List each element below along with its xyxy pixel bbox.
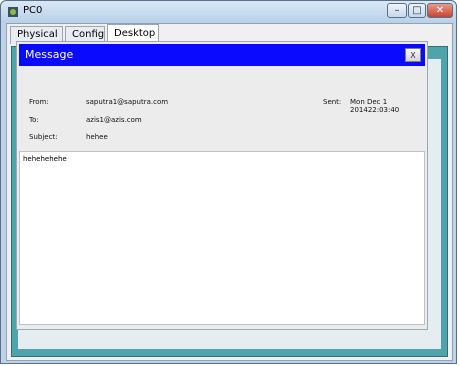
packet-tracer-icon bbox=[8, 7, 18, 17]
to-label: To: bbox=[29, 116, 39, 124]
message-titlebar[interactable]: Message X bbox=[19, 44, 425, 66]
window-title: PC0 bbox=[23, 5, 43, 16]
subject-value: hehee bbox=[86, 133, 108, 141]
app-window: PC0 – □ ✕ Physical Config Desktop Messag… bbox=[0, 0, 457, 364]
maximize-button[interactable]: □ bbox=[408, 3, 426, 18]
message-title: Message bbox=[25, 48, 74, 61]
from-value: saputra1@saputra.com bbox=[86, 98, 169, 106]
message-window: Message X From: saputra1@saputra.com Sen… bbox=[16, 41, 428, 330]
subject-label: Subject: bbox=[29, 133, 58, 141]
close-button[interactable]: ✕ bbox=[427, 3, 453, 18]
sent-label: Sent: bbox=[323, 98, 342, 106]
title-bar[interactable]: PC0 – □ ✕ bbox=[1, 1, 456, 23]
message-body[interactable]: hehehehehe bbox=[19, 151, 425, 325]
to-value: azis1@azis.com bbox=[86, 116, 142, 124]
message-body-text: hehehehehe bbox=[23, 155, 67, 163]
from-label: From: bbox=[29, 98, 49, 106]
minimize-button[interactable]: – bbox=[387, 3, 407, 18]
sent-value: Mon Dec 1 201422:03:40 bbox=[350, 98, 400, 114]
message-close-button[interactable]: X bbox=[405, 48, 421, 62]
